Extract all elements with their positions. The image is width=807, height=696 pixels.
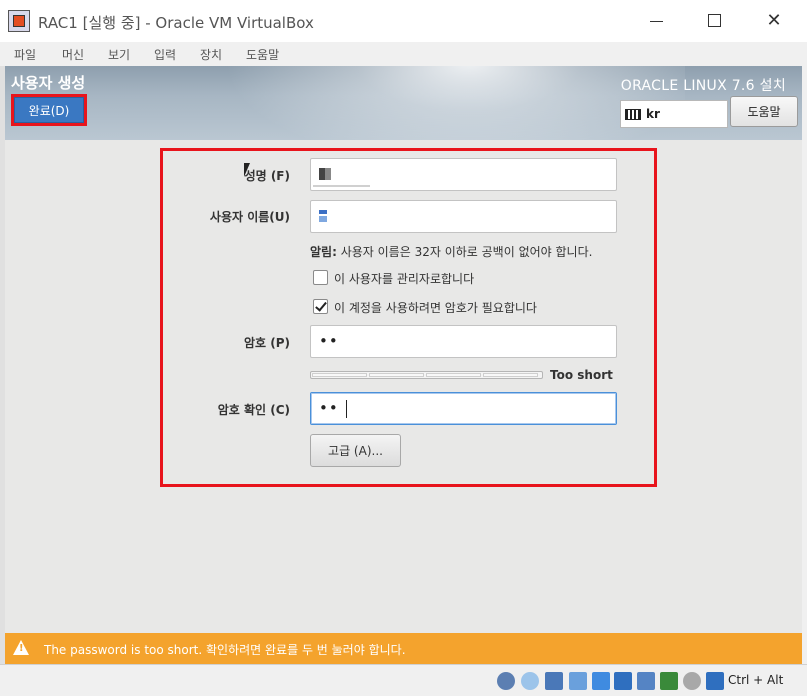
redacted-text xyxy=(319,168,331,180)
minimize-button[interactable] xyxy=(643,8,671,34)
optical-drive-icon[interactable] xyxy=(521,672,539,690)
host-background-right xyxy=(802,66,807,664)
menu-file[interactable]: 파일 xyxy=(14,46,36,63)
strength-segment xyxy=(483,373,538,377)
harddisk-icon[interactable] xyxy=(497,672,515,690)
strength-segment xyxy=(369,373,424,377)
fullname-field[interactable] xyxy=(310,158,617,191)
password-strength-bar xyxy=(310,371,543,379)
warning-text: The password is too short. 확인하려면 완료를 두 번… xyxy=(44,643,406,657)
maximize-button[interactable] xyxy=(700,8,728,34)
menu-bar: 파일 머신 보기 입력 장치 도움말 xyxy=(0,42,807,66)
fullname-label: 성명 (F) xyxy=(244,169,290,183)
product-title: ORACLE LINUX 7.6 설치 xyxy=(620,78,786,94)
admin-checkbox[interactable] xyxy=(313,270,328,285)
page-title: 사용자 생성 xyxy=(11,74,86,92)
done-button[interactable]: 완료(D) xyxy=(14,97,84,123)
strength-segment xyxy=(312,373,367,377)
keyboard-layout-indicator[interactable]: kr xyxy=(620,100,728,128)
display-icon[interactable] xyxy=(637,672,655,690)
cpu-icon[interactable] xyxy=(683,672,701,690)
require-password-checkbox[interactable] xyxy=(313,299,328,314)
confirm-password-label: 암호 확인 (C) xyxy=(217,403,290,417)
password-field[interactable]: •• xyxy=(310,325,617,358)
menu-input[interactable]: 입력 xyxy=(154,46,176,63)
vm-screen[interactable]: 사용자 생성 ORACLE LINUX 7.6 설치 완료(D) kr 도움말 … xyxy=(5,66,802,664)
menu-help[interactable]: 도움말 xyxy=(246,46,279,63)
network-icon[interactable] xyxy=(569,672,587,690)
status-bar: Ctrl + Alt xyxy=(0,664,807,696)
window-title: RAC1 [실행 중] - Oracle VM VirtualBox xyxy=(38,14,314,32)
password-strength-text: Too short xyxy=(550,368,613,382)
confirm-password-field[interactable]: •• xyxy=(310,392,617,425)
field-underline xyxy=(313,185,370,187)
host-key-icon[interactable] xyxy=(706,672,724,690)
username-field[interactable] xyxy=(310,200,617,233)
window-titlebar: RAC1 [실행 중] - Oracle VM VirtualBox ✕ xyxy=(0,0,807,42)
close-button[interactable]: ✕ xyxy=(760,8,788,34)
text-cursor xyxy=(346,400,347,418)
hint-title: 알림: xyxy=(310,245,337,259)
username-label: 사용자 이름(U) xyxy=(209,210,290,224)
hint-text: 사용자 이름은 32자 이하로 공백이 없어야 합니다. xyxy=(336,245,593,259)
help-button[interactable]: 도움말 xyxy=(730,96,798,127)
require-password-label: 이 계정을 사용하려면 암호가 필요합니다 xyxy=(334,301,537,315)
menu-view[interactable]: 보기 xyxy=(108,46,130,63)
usb-icon[interactable] xyxy=(592,672,610,690)
confirm-password-value: •• xyxy=(319,399,339,417)
advanced-button[interactable]: 고급 (A)... xyxy=(310,434,401,467)
redacted-text xyxy=(319,210,327,222)
keyboard-layout-label: kr xyxy=(646,107,660,121)
keyboard-icon xyxy=(625,109,641,120)
password-value: •• xyxy=(319,332,339,350)
admin-checkbox-label: 이 사용자를 관리자로합니다 xyxy=(334,272,475,286)
strength-segment xyxy=(426,373,481,377)
recording-icon[interactable] xyxy=(660,672,678,690)
form-highlight xyxy=(160,148,657,487)
shared-folders-icon[interactable] xyxy=(614,672,632,690)
menu-machine[interactable]: 머신 xyxy=(62,46,84,63)
username-hint: 알림: 사용자 이름은 32자 이하로 공백이 없어야 합니다. xyxy=(310,243,592,260)
warning-icon xyxy=(13,640,29,655)
header-background-rays xyxy=(205,66,685,140)
menu-devices[interactable]: 장치 xyxy=(200,46,222,63)
host-key-label: Ctrl + Alt xyxy=(728,673,784,687)
virtualbox-icon xyxy=(8,10,30,32)
password-label: 암호 (P) xyxy=(243,336,290,350)
audio-icon[interactable] xyxy=(545,672,563,690)
warning-bar[interactable]: The password is too short. 확인하려면 완료를 두 번… xyxy=(5,633,802,664)
